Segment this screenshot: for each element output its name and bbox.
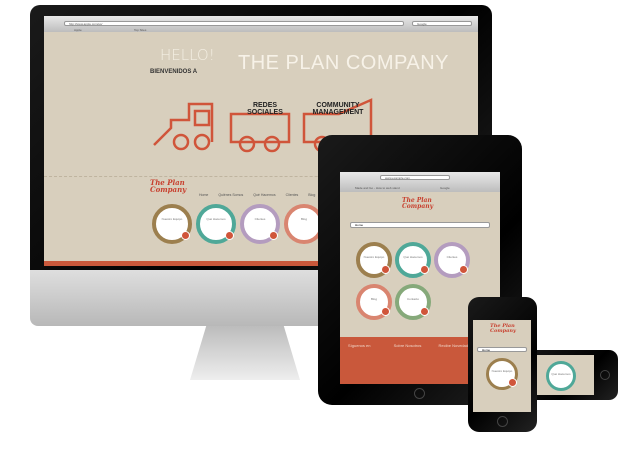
service-clientes[interactable]: Clientes — [434, 242, 470, 278]
site-logo[interactable]: The Plan Company — [402, 197, 438, 209]
badge-icon — [269, 231, 278, 240]
iphone-home-button — [497, 416, 508, 427]
badge-icon — [225, 231, 234, 240]
main-nav: Home Quiénes Somos Qué Hacemos Clientes Blog… — [189, 183, 339, 201]
train-car-label: REDES SOCIALES — [247, 102, 283, 116]
ipad-home-button — [414, 388, 425, 399]
badge-icon — [420, 307, 429, 316]
badge-icon — [420, 265, 429, 274]
service-nuestro-equipo[interactable]: Nuestro Equipo — [152, 204, 192, 244]
iphone-screen: The Plan Company Home Nuestro Equipo — [473, 320, 531, 412]
browser-toolbar: http://www.apple.com/es/ Google Apple To… — [44, 16, 478, 32]
hello-heading: HELLO! — [160, 46, 215, 64]
train-car-label: COMMUNITY MANAGEMENT — [312, 102, 364, 116]
nav-clientes[interactable]: Clientes — [286, 193, 299, 197]
site-logo[interactable]: The Plan Company — [150, 179, 190, 193]
service-blog[interactable]: Blog — [356, 284, 392, 320]
iphone-landscape-screen: Qué Hacemos — [536, 355, 594, 395]
nav-que-hacemos[interactable]: Qué Hacemos — [253, 193, 275, 197]
company-title: THE PLAN COMPANY — [238, 52, 449, 74]
service-nuestro-equipo[interactable]: Nuestro Equipo — [356, 242, 392, 278]
badge-icon — [381, 307, 390, 316]
address-bar[interactable]: www.example.com — [380, 175, 450, 180]
menu-select[interactable]: Home — [350, 222, 490, 228]
nav-blog[interactable]: Blog — [308, 193, 315, 197]
nav-quienes[interactable]: Quiénes Somos — [218, 193, 243, 197]
bienvenidos-text: BIENVENIDOS A — [150, 69, 198, 75]
footer-heading: Sobre Nosotros — [393, 343, 422, 348]
site-logo[interactable]: The Plan Company — [490, 324, 520, 334]
badge-icon — [181, 231, 190, 240]
service-contacto[interactable]: Contacto — [395, 284, 431, 320]
service-que-hacemos[interactable]: Qué Hacemos — [196, 204, 236, 244]
badge-icon — [508, 378, 517, 387]
badge-icon — [381, 265, 390, 274]
ipad-browser-bar: www.example.com Made and Go - How to web… — [340, 172, 500, 192]
tab[interactable]: Made and Go - How to web stand — [355, 186, 400, 190]
search-field[interactable]: Google — [412, 21, 472, 26]
badge-icon — [459, 265, 468, 274]
tab[interactable]: Apple — [74, 28, 82, 32]
tab[interactable]: Google — [440, 186, 450, 190]
footer-heading: Síguenos en — [348, 343, 371, 348]
tab[interactable]: Top Sites — [134, 28, 146, 32]
nav-home[interactable]: Home — [199, 193, 208, 197]
service-que-hacemos[interactable]: Qué Hacemos — [395, 242, 431, 278]
imac-stand — [190, 325, 300, 380]
menu-select[interactable]: Home — [477, 347, 527, 352]
service-clientes[interactable]: Clientes — [240, 204, 280, 244]
service-que-hacemos[interactable]: Qué Hacemos — [546, 361, 576, 391]
service-nuestro-equipo[interactable]: Nuestro Equipo — [486, 358, 518, 390]
address-bar[interactable]: http://www.apple.com/es/ — [64, 21, 404, 26]
home-button — [600, 370, 610, 380]
